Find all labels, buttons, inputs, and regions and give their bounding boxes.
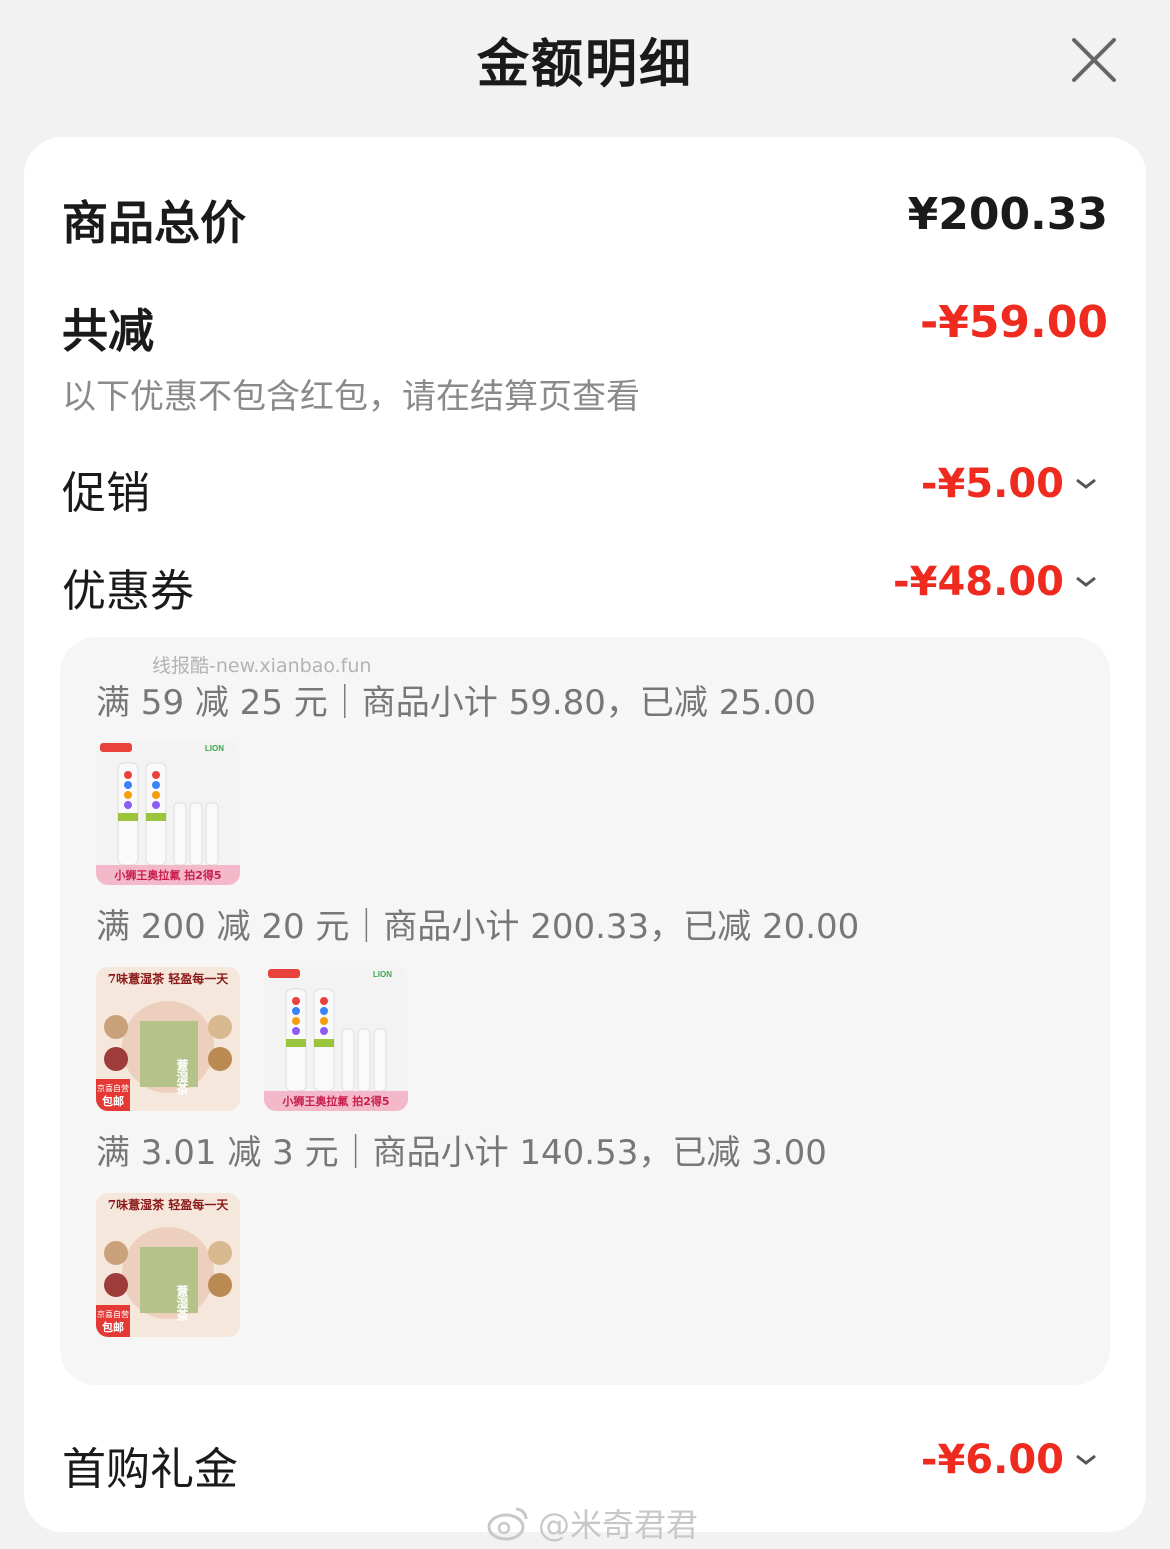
- sheet-title: 金额明细: [476, 35, 693, 95]
- coupon-rule-1: 满 59 减 25 元｜商品小计 59.80，已减 25.00: [96, 683, 817, 723]
- coupon-row-toggle[interactable]: -¥48.00: [893, 559, 1098, 605]
- brand-logo: LION: [373, 970, 392, 979]
- chevron-down-icon: [1076, 1454, 1096, 1465]
- product-banner: 小狮王奥拉氟 拍2得5: [281, 1094, 389, 1108]
- tea-badge-bottom: 包邮: [101, 1320, 124, 1334]
- coupon-detail-panel: 线报酷-new.xianbao.fun 满 59 减 25 元｜商品小计 59.…: [60, 637, 1110, 1385]
- tea-name: 薏湿茶: [175, 1058, 189, 1096]
- product-thumb-tea[interactable]: 7味薏湿茶 轻盈每一天 薏湿茶 京喜自营 包邮: [96, 1193, 240, 1337]
- promo-row-toggle[interactable]: -¥5.00: [921, 461, 1098, 507]
- tea-headline: 7味薏湿茶 轻盈每一天: [108, 1197, 230, 1212]
- coupon-label: 优惠券: [62, 566, 194, 617]
- coupon-rule-3: 满 3.01 减 3 元｜商品小计 140.53，已减 3.00: [96, 1133, 827, 1173]
- brand-logo: LION: [205, 744, 224, 753]
- close-button[interactable]: [1066, 32, 1122, 88]
- chevron-up-icon: [1076, 576, 1096, 587]
- product-thumb-toothpaste[interactable]: LION 小狮王奥拉氟 拍2得5: [264, 967, 408, 1111]
- first-purchase-gift-toggle[interactable]: -¥6.00: [921, 1437, 1098, 1483]
- total-price-value: ¥200.33: [907, 189, 1108, 240]
- close-icon: [1072, 38, 1116, 82]
- tea-name: 薏湿茶: [175, 1284, 189, 1322]
- chevron-down-icon: [1076, 478, 1096, 489]
- tea-badge-bottom: 包邮: [101, 1094, 124, 1108]
- watermark-text: 线报酷-new.xianbao.fun: [152, 655, 372, 677]
- total-price-label: 商品总价: [62, 196, 246, 250]
- promo-value: -¥5.00: [920, 461, 1064, 507]
- product-banner: 小狮王奥拉氟 拍2得5: [113, 868, 221, 882]
- tea-headline: 7味薏湿茶 轻盈每一天: [108, 971, 230, 986]
- product-thumb-tea[interactable]: 7味薏湿茶 轻盈每一天 薏湿茶 京喜自营 包邮: [96, 967, 240, 1111]
- promo-label: 促销: [62, 468, 150, 519]
- discount-note: 以下优惠不包含红包，请在结算页查看: [62, 377, 640, 417]
- first-purchase-gift-value: -¥6.00: [920, 1437, 1064, 1483]
- weibo-icon: [487, 1507, 528, 1541]
- first-purchase-gift-label: 首购礼金: [62, 1444, 238, 1495]
- weibo-handle: @米奇君君: [538, 1506, 699, 1544]
- coupon-rule-2: 满 200 减 20 元｜商品小计 200.33，已减 20.00: [96, 907, 860, 947]
- coupon-value: -¥48.00: [893, 559, 1064, 605]
- tea-badge-top: 京喜自营: [97, 1309, 129, 1319]
- product-thumb-toothpaste[interactable]: LION 小狮王奥拉氟 拍2得5: [96, 741, 240, 885]
- total-discount-label: 共减: [62, 304, 154, 358]
- weibo-watermark: @米奇君君: [486, 1500, 698, 1546]
- amount-detail-card: 商品总价 ¥200.33 共减 -¥59.00 以下优惠不包含红包，请在结算页查…: [24, 137, 1146, 1532]
- total-discount-value: -¥59.00: [919, 297, 1108, 348]
- tea-badge-top: 京喜自营: [97, 1083, 129, 1093]
